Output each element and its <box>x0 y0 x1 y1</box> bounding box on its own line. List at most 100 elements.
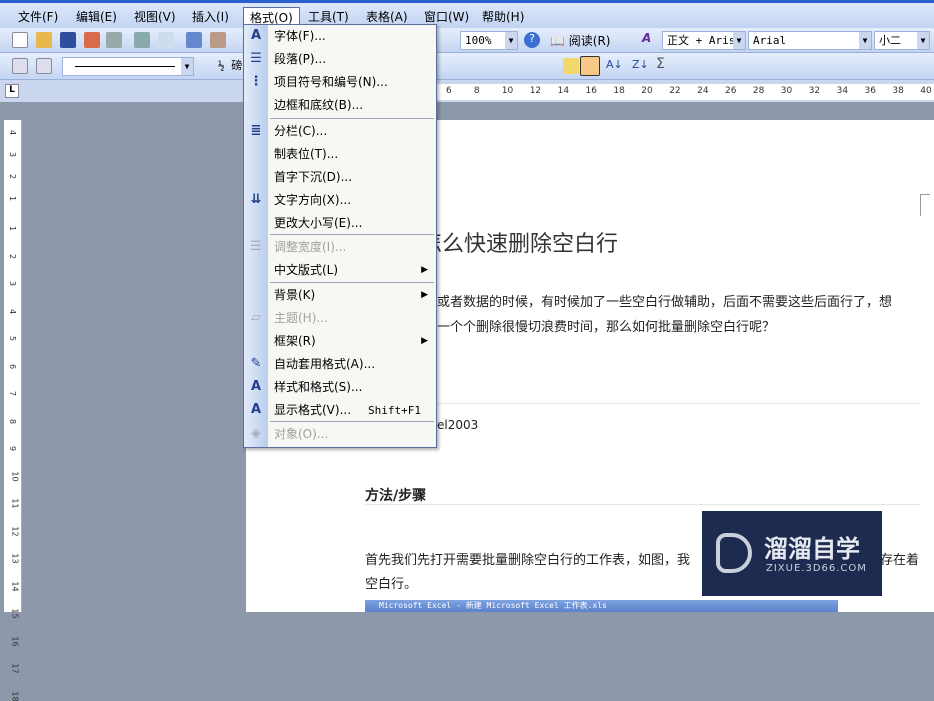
ruler-number: 32 <box>808 86 821 96</box>
sort-descending-icon[interactable]: Z↓ <box>632 58 649 71</box>
ruler-number: 8 <box>473 86 480 96</box>
vertical-ruler-number: 14 <box>10 580 20 592</box>
gridlines-icon[interactable] <box>580 56 600 76</box>
vertical-ruler-number: 3 <box>8 151 18 158</box>
ruler-number: 30 <box>780 86 793 96</box>
vertical-ruler-number: 18 <box>10 690 20 701</box>
vertical-ruler-number: 6 <box>8 363 18 369</box>
play-logo-icon <box>716 533 752 573</box>
ruler-number: 24 <box>697 86 709 96</box>
doc-steps-heading: 方法/步骤 <box>365 488 427 504</box>
menu-insert[interactable]: 插入(I) <box>186 7 235 27</box>
menu-item-label: 自动套用格式(A)... <box>274 357 376 371</box>
vertical-ruler-number: 1 <box>8 195 18 202</box>
sort-ascending-icon[interactable]: A↓ <box>606 58 623 71</box>
menu-item: ☰ 调整宽度(I)... <box>244 236 436 259</box>
tab-selector-icon[interactable]: L <box>5 84 19 98</box>
doc-paragraph-2a: 首先我们先打开需要批量删除空白行的工作表，如图，我 <box>365 553 691 568</box>
menu-help[interactable]: 帮助(H) <box>476 7 530 27</box>
menu-item-shortcut: Shift+F1 <box>368 404 421 417</box>
read-button[interactable]: 📖 阅读(R) <box>550 32 610 49</box>
vertical-ruler-number: 3 <box>8 280 18 287</box>
menu-edit[interactable]: 编辑(E) <box>70 7 123 27</box>
ruler-number: 22 <box>669 86 681 96</box>
tables-toolbar: ▼ ½ 磅 A↓ Z↓ Σ <box>0 53 934 80</box>
vertical-ruler-number: 10 <box>10 470 20 482</box>
menu-item[interactable]: 首字下沉(D)... <box>244 166 436 189</box>
new-icon[interactable] <box>12 32 28 48</box>
ruler-number: 18 <box>613 86 625 96</box>
menu-item[interactable]: 边框和底纹(B)... <box>244 94 436 117</box>
styles-icon: A <box>250 379 262 394</box>
zoom-combo[interactable]: 100% ▼ <box>460 31 518 50</box>
doc-paragraph-1a: 或者数据的时候，有时候加了一些空白行做辅助，后面不需要这些后面行了，想 <box>437 295 893 310</box>
font-size-combo[interactable]: 小二 ▼ <box>874 31 930 50</box>
menu-item[interactable]: 中文版式(L) ▶ <box>244 259 436 282</box>
menu-item-label: 对象(O)... <box>274 427 329 441</box>
line-weight-combo[interactable]: ½ 磅 <box>198 57 244 76</box>
vertical-ruler: 4 3 2 1 1 2 3 4 5 6 7 8 9 10 11 12 13 14 15 16 17 18 <box>4 120 22 701</box>
print-preview-icon[interactable] <box>158 32 174 48</box>
ruler-number: 6 <box>446 86 452 96</box>
table-autoformat-icon[interactable] <box>563 58 579 74</box>
menu-bar: 文件(F) 编辑(E) 视图(V) 插入(I) 格式(O) 工具(T) 表格(A… <box>0 0 934 28</box>
research-icon[interactable] <box>210 32 226 48</box>
chevron-down-icon: ▼ <box>917 32 929 49</box>
vertical-ruler-number: 11 <box>10 498 20 509</box>
line-weight-value: ½ 磅 <box>218 59 243 72</box>
print-icon[interactable] <box>134 32 150 48</box>
style-combo[interactable]: 正文 + Aris ▼ <box>662 31 746 50</box>
bullets-icon: ⋮ <box>249 74 263 89</box>
save-icon[interactable] <box>60 32 76 48</box>
help-icon[interactable]: ? <box>524 32 540 48</box>
standard-toolbar: 100% ▼ ? 📖 阅读(R) A 正文 + Aris ▼ Arial ▼ 小二 ▼ <box>0 28 934 53</box>
menu-item[interactable]: ⇊ 文字方向(X)... <box>244 189 436 212</box>
excel-screenshot-titlebar: Microsoft Excel - 新建 Microsoft Excel 工作表… <box>365 600 838 612</box>
menu-item[interactable]: A 显示格式(V)... Shift+F1 <box>244 399 436 422</box>
doc-paragraph-2a-end: 存在着 <box>880 553 920 568</box>
reveal-format-icon: A <box>250 402 262 417</box>
menu-item[interactable]: 更改大小写(E)... <box>244 212 436 235</box>
menu-item[interactable]: ≣ 分栏(C)... <box>244 120 436 143</box>
menu-item-label: 框架(R) <box>274 334 316 348</box>
menu-item: ◈ 对象(O)... <box>244 423 436 446</box>
menu-item[interactable]: A 样式和格式(S)... <box>244 376 436 399</box>
permission-icon[interactable] <box>84 32 100 48</box>
menu-separator <box>270 282 434 283</box>
draw-table-icon[interactable] <box>12 58 28 74</box>
eraser-icon[interactable] <box>36 58 52 74</box>
submenu-arrow-icon: ▶ <box>421 265 428 275</box>
menu-separator <box>270 118 434 119</box>
menu-item: ▱ 主题(H)... <box>244 307 436 330</box>
menu-item[interactable]: 制表位(T)... <box>244 143 436 166</box>
autosum-icon[interactable]: Σ <box>656 56 665 72</box>
menu-item[interactable]: 框架(R) ▶ <box>244 330 436 353</box>
doc-title: 怎么快速删除空白行 <box>420 232 619 257</box>
spelling-icon[interactable] <box>186 32 202 48</box>
line-style-sample <box>75 66 175 67</box>
format-menu-dropdown: A 字体(F)... ☰ 段落(P)... ⋮ 项目符号和编号(N)... 边框和底纹(B)… <box>243 24 437 448</box>
doc-tool-version: el2003 <box>437 418 479 432</box>
chevron-down-icon: ▼ <box>859 32 871 49</box>
theme-icon: ▱ <box>251 310 261 325</box>
vertical-ruler-number: 4 <box>8 308 18 314</box>
line-style-combo[interactable]: ▼ <box>62 57 194 76</box>
menu-item[interactable]: ⋮ 项目符号和编号(N)... <box>244 71 436 94</box>
styles-pane-icon[interactable]: A <box>642 31 651 45</box>
menu-item[interactable]: ✎ 自动套用格式(A)... <box>244 353 436 376</box>
chevron-down-icon: ▼ <box>733 32 745 49</box>
menu-item-label: 中文版式(L) <box>274 263 339 277</box>
open-icon[interactable] <box>36 32 52 48</box>
menu-item[interactable]: 背景(K) ▶ <box>244 284 436 307</box>
font-combo[interactable]: Arial ▼ <box>748 31 872 50</box>
menu-item[interactable]: A 字体(F)... <box>244 25 436 48</box>
ruler-number: 16 <box>585 86 597 96</box>
menu-view[interactable]: 视图(V) <box>128 7 182 27</box>
menu-item-label: 背景(K) <box>274 288 316 302</box>
email-icon[interactable] <box>106 32 122 48</box>
menu-item[interactable]: ☰ 段落(P)... <box>244 48 436 71</box>
menu-item-label: 边框和底纹(B)... <box>274 98 364 112</box>
vertical-ruler-number: 5 <box>8 335 18 342</box>
chevron-down-icon: ▼ <box>181 58 193 75</box>
menu-file[interactable]: 文件(F) <box>12 7 64 27</box>
